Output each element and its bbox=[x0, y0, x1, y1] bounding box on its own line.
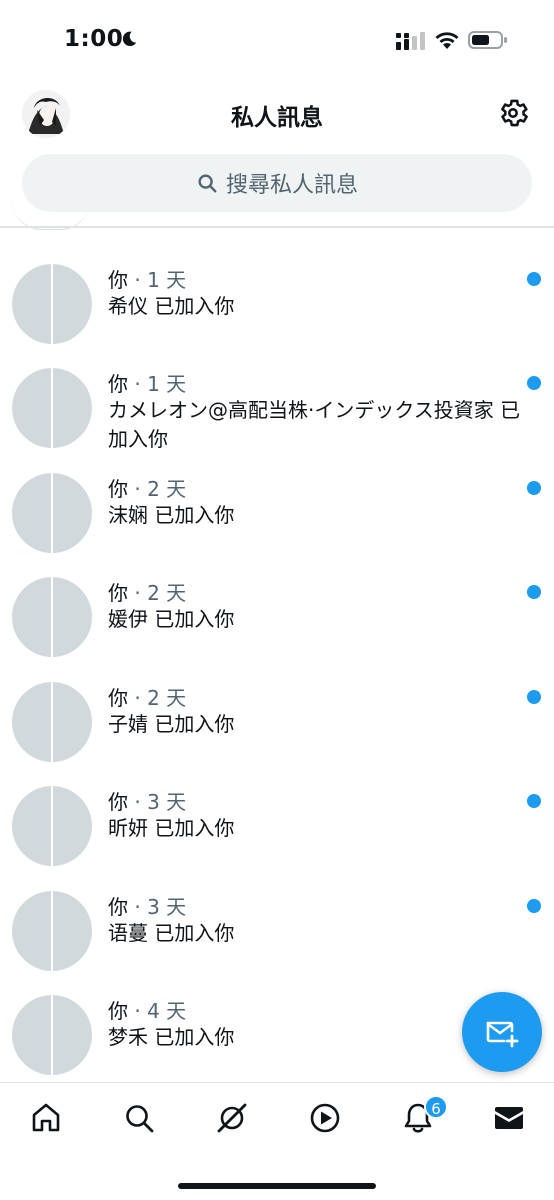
signal-icon bbox=[396, 32, 425, 50]
separator: · bbox=[128, 999, 148, 1023]
timestamp: 2 天 bbox=[147, 477, 187, 501]
gear-icon[interactable] bbox=[496, 96, 530, 130]
conversation-meta: 你 · 2 天 bbox=[108, 577, 186, 606]
sender-name: 你 bbox=[108, 895, 128, 919]
unread-indicator bbox=[527, 272, 541, 286]
conversation-row[interactable]: 你 · 1 天 カメレオン@高配当株·インデックス投資家 已加入你 bbox=[0, 332, 554, 451]
conversation-meta: 你 · 2 天 bbox=[108, 682, 186, 711]
timestamp: 2 天 bbox=[147, 686, 187, 710]
separator: · bbox=[128, 372, 148, 396]
status-bar: 1:00 bbox=[0, 0, 554, 82]
search-placeholder: 搜尋私人訊息 bbox=[225, 173, 358, 198]
conversation-row[interactable]: 你 · 3 天 语蔓 已加入你 bbox=[0, 855, 554, 971]
conversation-row[interactable]: 你 · 1 天 希仪 已加入你 bbox=[0, 228, 554, 344]
timestamp: 1 天 bbox=[147, 268, 187, 292]
unread-indicator bbox=[527, 585, 541, 599]
conversation-row[interactable]: 你 · 3 天 昕妍 已加入你 bbox=[0, 750, 554, 866]
header: 私人訊息 bbox=[0, 82, 554, 146]
conversation-meta: 你 · 3 天 bbox=[108, 891, 186, 920]
search-icon bbox=[198, 174, 217, 193]
unread-indicator bbox=[527, 899, 541, 913]
timestamp: 4 天 bbox=[147, 999, 187, 1023]
bottom-nav: 6 bbox=[0, 1082, 554, 1200]
conversation-meta: 你 · 1 天 bbox=[108, 264, 186, 293]
unread-indicator bbox=[527, 690, 541, 704]
timestamp: 2 天 bbox=[147, 581, 187, 605]
message-preview: 昕妍 已加入你 bbox=[108, 816, 235, 840]
page-title: 私人訊息 bbox=[231, 105, 323, 131]
battery-icon bbox=[468, 31, 507, 49]
moon-icon bbox=[122, 31, 137, 47]
avatar[interactable] bbox=[12, 786, 92, 866]
conversation-meta: 你 · 3 天 bbox=[108, 786, 186, 815]
sender-name: 你 bbox=[108, 790, 128, 814]
separator: · bbox=[128, 477, 148, 501]
separator: · bbox=[128, 790, 148, 814]
timestamp: 3 天 bbox=[147, 790, 187, 814]
conversation-meta: 你 · 4 天 bbox=[108, 995, 186, 1024]
video-icon[interactable] bbox=[308, 1101, 342, 1135]
wifi-icon bbox=[435, 32, 459, 49]
notifications-badge: 6 bbox=[424, 1095, 448, 1119]
sender-name: 你 bbox=[108, 581, 128, 605]
search-input[interactable]: 搜尋私人訊息 bbox=[22, 154, 532, 212]
timestamp: 1 天 bbox=[147, 372, 187, 396]
separator: · bbox=[128, 686, 148, 710]
unread-indicator bbox=[527, 481, 541, 495]
avatar[interactable] bbox=[12, 368, 92, 448]
avatar[interactable] bbox=[12, 577, 92, 657]
separator: · bbox=[128, 895, 148, 919]
conversation-list[interactable]: 你 · 1 天 希仪 已加入你 你 · 1 天 カメレオン@高配当株·インデック… bbox=[0, 228, 554, 1080]
conversation-row[interactable]: 你 · 2 天 沫娴 已加入你 bbox=[0, 437, 554, 553]
search-icon[interactable] bbox=[122, 1101, 156, 1135]
message-preview: 希仪 已加入你 bbox=[108, 294, 235, 318]
spaces-icon[interactable] bbox=[215, 1101, 249, 1135]
messages-icon[interactable] bbox=[492, 1101, 526, 1135]
home-icon[interactable] bbox=[29, 1101, 63, 1135]
timestamp: 3 天 bbox=[147, 895, 187, 919]
new-message-button[interactable] bbox=[462, 992, 542, 1072]
sender-name: 你 bbox=[108, 477, 128, 501]
message-preview: 沫娴 已加入你 bbox=[108, 503, 235, 527]
home-indicator bbox=[178, 1183, 376, 1189]
conversation-row[interactable]: 你 · 2 天 子婧 已加入你 bbox=[0, 646, 554, 762]
sender-name: 你 bbox=[108, 372, 128, 396]
message-preview: 子婧 已加入你 bbox=[108, 712, 235, 736]
sender-name: 你 bbox=[108, 999, 128, 1023]
conversation-meta: 你 · 1 天 bbox=[108, 368, 186, 397]
unread-indicator bbox=[527, 376, 541, 390]
compose-message-icon bbox=[486, 1021, 519, 1048]
message-preview: 媛伊 已加入你 bbox=[108, 607, 235, 631]
sender-name: 你 bbox=[108, 268, 128, 292]
avatar[interactable] bbox=[12, 995, 92, 1075]
conversation-row[interactable]: 你 · 2 天 媛伊 已加入你 bbox=[0, 541, 554, 657]
separator: · bbox=[128, 581, 148, 605]
conversation-meta: 你 · 2 天 bbox=[108, 473, 186, 502]
message-preview: 语蔓 已加入你 bbox=[108, 921, 235, 945]
status-time: 1:00 bbox=[64, 26, 124, 52]
separator: · bbox=[128, 268, 148, 292]
sender-name: 你 bbox=[108, 686, 128, 710]
unread-indicator bbox=[527, 794, 541, 808]
